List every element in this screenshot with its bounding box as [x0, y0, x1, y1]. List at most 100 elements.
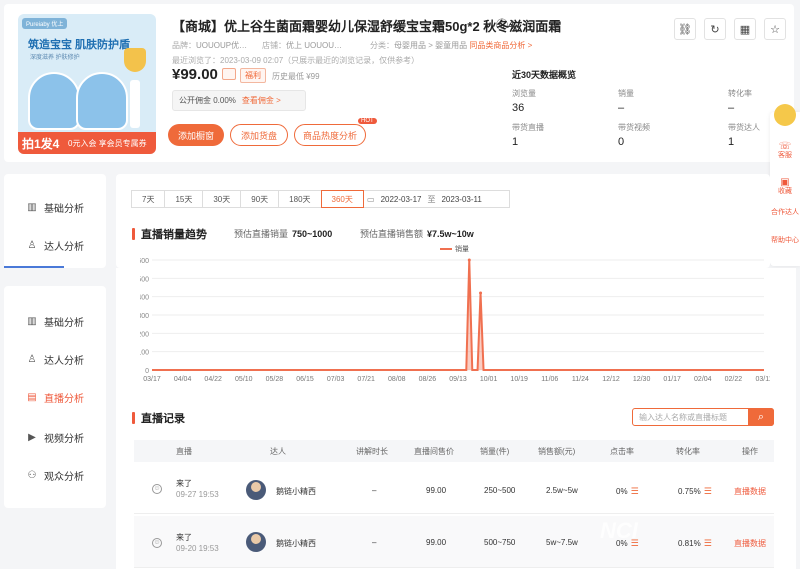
category-analysis-link[interactable]: 同品类商品分析 > [469, 41, 532, 50]
y-tick-label: 400 [140, 295, 149, 302]
x-tick-label: 01/17 [663, 376, 681, 383]
live-data-link[interactable]: 直播数据 [734, 538, 766, 549]
range-tab-180[interactable]: 180天 [278, 190, 322, 208]
y-tick-label: 300 [140, 313, 149, 320]
col-cvr[interactable]: 转化率 [676, 446, 700, 457]
live-title[interactable]: 来了 [176, 532, 192, 543]
play-icon: ▶ [28, 432, 36, 443]
x-tick-label: 11/06 [541, 376, 558, 383]
sidebar-item-basic[interactable]: ▥ 基础分析 [26, 314, 84, 329]
product-heat-analysis-button[interactable]: 商品热度分析 [294, 124, 366, 146]
meta-brand-value[interactable]: UOUOUP优… [196, 41, 247, 50]
qrcode-icon[interactable]: ▦ [734, 18, 756, 40]
x-tick-label: 04/22 [204, 376, 222, 383]
x-tick-label: 10/19 [510, 376, 528, 383]
est-revenue: 预估直播销售额 ¥7.5w~10w [360, 229, 474, 239]
range-tab-360[interactable]: 360天 [320, 190, 364, 208]
col-ctr[interactable]: 点击率 [610, 446, 634, 457]
chart-legend[interactable]: 销量 [440, 244, 469, 254]
revenue-range: 2.5w~5w [546, 486, 578, 495]
date-range-picker[interactable]: ▭ 2022-03-17 至 2023-03-11 [360, 190, 510, 208]
live-time: 09-27 19:53 [176, 490, 219, 499]
sales-trend-chart: 0 100 200 300 400 500 600 03/17 04/04 04/22 05/10 0… [140, 258, 771, 383]
x-tick-label: 07/21 [357, 376, 375, 383]
revenue-range: 5w~7.5w [546, 538, 578, 547]
sales-range: 250~500 [484, 486, 516, 495]
price-tag-badge: 福利 [240, 68, 266, 83]
est-sales: 预估直播销量 750~1000 [234, 229, 333, 239]
float-customer-service[interactable]: ☏ 客服 [770, 142, 800, 160]
anchor-name[interactable]: 鹅链小精西 [276, 486, 316, 497]
x-tick-label: 08/26 [419, 376, 437, 383]
col-price[interactable]: 直播间售价 [414, 446, 454, 457]
cream-jar-illustration [76, 72, 128, 130]
range-tab-30[interactable]: 30天 [202, 190, 242, 208]
trend-icon: ☰ [703, 538, 712, 548]
section-accent-bar [132, 412, 135, 424]
search-icon[interactable]: ⌕ [748, 408, 774, 426]
float-favorites[interactable]: ▣ 收藏 [770, 178, 800, 196]
x-tick-label: 09/13 [449, 376, 467, 383]
meta-store: 店铺：优上 UOUOU… [262, 40, 342, 51]
x-tick-label: 12/12 [602, 376, 620, 383]
watermark: NCI [600, 518, 638, 543]
live-price: 99.00 [426, 486, 447, 495]
x-tick-label: 07/03 [327, 376, 345, 383]
price-trend-icon[interactable] [222, 68, 236, 80]
range-tab-15[interactable]: 15天 [164, 190, 204, 208]
live-title[interactable]: 来了 [176, 478, 192, 489]
sidebar-item-influencer[interactable]: ♙ 达人分析 [26, 238, 84, 253]
float-partners[interactable]: 合作达人 [770, 208, 800, 217]
legend-swatch [440, 248, 452, 250]
float-help[interactable]: 帮助中心 [770, 236, 800, 245]
sidebar-item-audience[interactable]: ⚇ 观众分析 [26, 468, 84, 483]
col-revenue[interactable]: 销售额(元) [538, 446, 575, 457]
douyin-icon: Ⓒ4 [496, 18, 515, 32]
add-to-pallet-button[interactable]: 添加货盘 [230, 124, 288, 146]
cvr-value: 0.75% ☰ [678, 486, 712, 496]
product-image[interactable]: Pureiaby 优上 筑造宝宝 肌肤防护盾 深度滋养 护肤修护 拍1发4 0元… [18, 14, 156, 154]
add-to-showcase-button[interactable]: 添加橱窗 [168, 124, 224, 146]
user-icon: ♙ [27, 240, 37, 251]
stat-live-count: 带货直播 1 [512, 123, 544, 148]
x-tick-label: 11/24 [572, 376, 589, 383]
live-time: 09-20 19:53 [176, 544, 219, 553]
live-status-icon: ☺ [152, 538, 162, 548]
y-tick-label: 600 [140, 258, 149, 265]
sidebar-sticky: ▥ 基础分析 ♙ 达人分析 [4, 174, 106, 268]
legend-label: 销量 [455, 246, 469, 253]
col-duration[interactable]: 讲解时长 [356, 446, 388, 457]
section-accent-bar [132, 228, 135, 240]
refresh-icon[interactable]: ↻ [704, 18, 726, 40]
col-sales[interactable]: 销量(件) [480, 446, 509, 457]
stat-influencer-count: 带货达人 1 [728, 123, 760, 148]
star-icon[interactable]: ☆ [764, 18, 786, 40]
series-point [479, 291, 483, 295]
x-tick-label: 03/11 [756, 376, 771, 383]
mascot-icon[interactable] [774, 104, 796, 126]
sidebar-item-influencer[interactable]: ♙ 达人分析 [26, 352, 84, 367]
product-sub-slogan: 深度滋养 护肤修护 [30, 55, 80, 61]
cream-jar-illustration [28, 72, 80, 130]
sidebar-item-video[interactable]: ▶ 视频分析 [26, 430, 84, 445]
meta-store-value[interactable]: 优上 UOUOU… [286, 41, 342, 50]
floating-toolbar: ☏ 客服 ▣ 收藏 合作达人 帮助中心 [770, 104, 800, 266]
stats-title: 近30天数据概览 [512, 70, 577, 80]
range-tab-7[interactable]: 7天 [131, 190, 166, 208]
col-anchor: 达人 [270, 447, 286, 456]
sidebar-item-live[interactable]: ▤ 直播分析 [26, 390, 84, 405]
promo-sub-text: 0元入会 享会员专属券 [68, 139, 147, 148]
x-tick-label: 06/15 [296, 376, 314, 383]
sidebar-item-basic[interactable]: ▥ 基础分析 [26, 200, 84, 215]
avatar[interactable] [246, 480, 266, 500]
link-icon[interactable]: ⛓ [674, 18, 696, 40]
stat-conversion: 转化率 – [728, 89, 752, 114]
avatar[interactable] [246, 532, 266, 552]
range-tab-90[interactable]: 90天 [240, 190, 280, 208]
commission-link[interactable]: 查看佣金 > [242, 96, 281, 105]
product-slogan: 筑造宝宝 肌肤防护盾 [28, 39, 131, 51]
live-tv-icon: ▤ [27, 392, 37, 403]
live-data-link[interactable]: 直播数据 [734, 486, 766, 497]
meta-category: 分类：母婴用品 > 婴童用品 同品类商品分析 > [370, 40, 532, 51]
anchor-name[interactable]: 鹅链小精西 [276, 538, 316, 549]
